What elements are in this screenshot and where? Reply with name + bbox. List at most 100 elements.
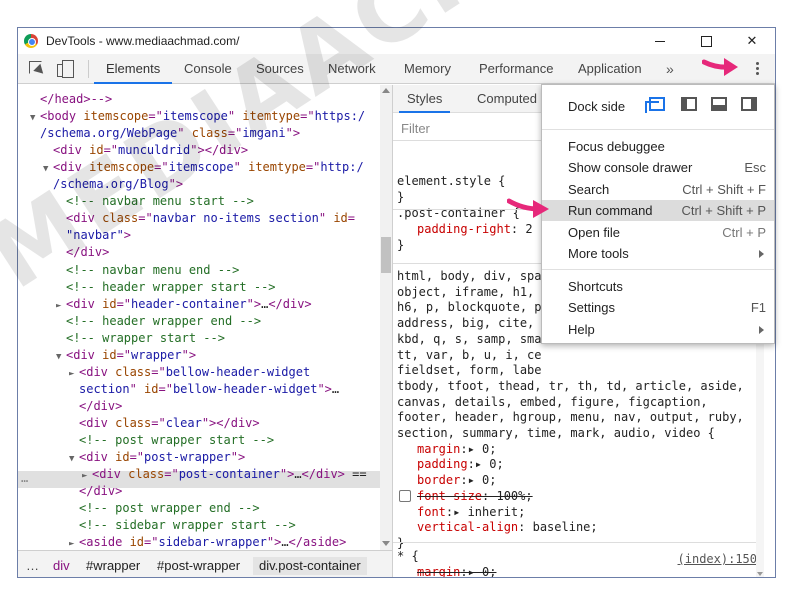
dom-tree-node[interactable]: <!-- wrapper start --> — [56, 330, 225, 347]
menu-item-search[interactable]: Search Ctrl + Shift + F — [542, 179, 774, 200]
menu-item-more-tools[interactable]: More tools — [542, 243, 774, 264]
menu-item-shortcuts[interactable]: Shortcuts — [542, 276, 774, 297]
css-rule-line[interactable]: padding:▸ 0; — [417, 456, 504, 472]
elements-scrollbar[interactable] — [380, 85, 392, 550]
inspect-element-icon[interactable] — [28, 60, 46, 78]
dom-tree-node[interactable]: <!-- sidebar wrapper start --> — [69, 517, 296, 534]
dom-tree-node[interactable]: <!-- navbar menu start --> — [56, 193, 254, 210]
tab-application[interactable]: Application — [578, 54, 642, 84]
css-rule-line[interactable]: kbd, q, s, samp, sma — [397, 331, 542, 347]
css-rule-line[interactable]: fieldset, form, labe — [397, 362, 542, 378]
css-rule-line[interactable]: tt, var, b, u, i, ce — [397, 347, 542, 363]
css-rule-line[interactable]: h6, p, blockquote, p — [397, 299, 542, 315]
dom-tree-node[interactable]: /schema.org/Blog"> — [43, 176, 183, 193]
css-rule-line[interactable]: tbody, tfoot, thead, tr, th, td, article… — [397, 378, 744, 394]
undock-icon[interactable] — [645, 97, 665, 113]
dom-tree-node[interactable]: <div class="clear"></div> — [69, 415, 260, 432]
dom-tree-node[interactable]: ► <div id="header-container">…</div> — [56, 296, 312, 313]
dom-tree-node[interactable]: /schema.org/WebPage" class="imgani"> — [30, 125, 300, 142]
css-rule-line[interactable]: object, iframe, h1, — [397, 284, 534, 300]
dom-tree-node[interactable]: ▼ <div id="wrapper"> — [56, 347, 196, 364]
dom-tree-node[interactable]: <div class="navbar no-items section" id= — [56, 210, 355, 227]
css-rule-line[interactable]: footer, header, hgroup, menu, nav, outpu… — [397, 409, 744, 425]
dom-token: post-container — [178, 467, 280, 482]
css-rule-line[interactable]: padding-right: 2 — [417, 221, 533, 237]
dom-tree-node[interactable]: ▼ <body itemscope="itemscope" itemtype="h… — [30, 108, 365, 125]
breadcrumb-overflow[interactable]: … — [26, 557, 39, 575]
dom-tree-node[interactable]: "navbar"> — [56, 227, 131, 244]
tab-console[interactable]: Console — [184, 54, 232, 84]
dom-tree-node[interactable]: ► <aside id="sidebar-wrapper">…</aside> — [69, 534, 346, 550]
breadcrumb-item-wrapper[interactable]: #wrapper — [86, 557, 140, 575]
dom-tree-node[interactable]: ▼ <div itemscope="itemscope" itemtype="ht… — [43, 159, 364, 176]
scrollbar-thumb[interactable] — [381, 237, 391, 273]
close-icon[interactable]: ✕ — [729, 28, 775, 54]
dom-token: id — [333, 211, 348, 226]
breadcrumb-item-div[interactable]: div — [53, 557, 70, 575]
customize-menu-icon[interactable] — [750, 57, 766, 81]
breadcrumb-item-post-wrapper[interactable]: #post-wrapper — [157, 557, 240, 575]
css-rule-line[interactable]: .post-container { — [397, 205, 520, 221]
dom-tree-node[interactable]: </div> — [56, 244, 109, 261]
css-rule-line[interactable]: font-size: 100%; — [417, 488, 533, 504]
css-rule-line[interactable]: section, summary, time, mark, audio, vid… — [397, 425, 715, 441]
dom-tree-node[interactable]: <!-- header wrapper end --> — [56, 313, 261, 330]
dom-token: "> — [317, 381, 332, 396]
css-rule-line[interactable]: font:▸ inherit; — [417, 504, 525, 520]
menu-item-settings[interactable]: Settings F1 — [542, 297, 774, 318]
css-rule-line[interactable]: vertical-align: baseline; — [417, 519, 598, 535]
dom-tree-node[interactable]: </div> — [69, 398, 122, 415]
dom-tree-node[interactable]: <!-- post wrapper start --> — [69, 432, 274, 449]
device-toolbar-icon[interactable] — [56, 60, 74, 78]
more-tabs-button[interactable]: » — [666, 54, 674, 84]
maximize-icon[interactable] — [683, 28, 729, 54]
css-rule-line[interactable]: address, big, cite, — [397, 315, 534, 331]
menu-item-run-command[interactable]: Run command Ctrl + Shift + P — [542, 200, 774, 221]
css-rule-line[interactable]: margin:▸ 0; — [417, 564, 496, 577]
minimize-icon[interactable] — [637, 28, 683, 54]
css-rule-line[interactable]: * { — [397, 548, 419, 564]
tab-computed[interactable]: Computed — [477, 85, 537, 113]
css-rule-line[interactable]: element.style { — [397, 173, 505, 189]
dom-tree-node[interactable]: <!-- post wrapper end --> — [69, 500, 260, 517]
disclosure-triangle-icon[interactable]: ▼ — [56, 349, 66, 366]
dom-tree-node[interactable]: ► <div class="post-container">…</div> == — [82, 466, 367, 483]
menu-item-help[interactable]: Help — [542, 319, 774, 340]
dom-token: <!-- post wrapper start --> — [79, 433, 275, 447]
dock-left-icon[interactable] — [681, 97, 697, 111]
tab-elements[interactable]: Elements — [93, 54, 173, 84]
css-rule-line[interactable]: } — [397, 189, 404, 205]
css-rule-line[interactable]: html, body, div, spa — [397, 268, 542, 284]
css-rule-line[interactable]: canvas, details, embed, figure, figcapti… — [397, 394, 708, 410]
tab-performance[interactable]: Performance — [479, 54, 553, 84]
menu-item-show-console-drawer[interactable]: Show console drawer Esc — [542, 157, 774, 178]
dock-right-icon[interactable] — [741, 97, 757, 111]
css-rule-line[interactable]: margin:▸ 0; — [417, 441, 496, 457]
tab-styles[interactable]: Styles — [398, 85, 451, 113]
property-toggle-checkbox[interactable] — [399, 489, 411, 502]
dom-tree-node[interactable]: ► <div class="bellow-header-widget — [69, 364, 310, 381]
source-link[interactable]: (index):150 — [678, 552, 757, 566]
css-rule-line[interactable]: } — [397, 237, 404, 253]
dom-tree-node[interactable]: section" id="bellow-header-widget">… — [69, 381, 339, 398]
tab-sources[interactable]: Sources — [256, 54, 304, 84]
breadcrumb-item-post-container[interactable]: div.post-container — [253, 557, 367, 575]
dom-tree-node[interactable]: <div id="munculdrid"></div> — [43, 142, 248, 159]
dom-tree-node[interactable]: </div> — [69, 483, 122, 500]
styles-filter-input[interactable]: Filter — [401, 121, 430, 136]
selected-node-menu[interactable]: … — [21, 471, 28, 485]
css-property-name: border — [417, 473, 461, 488]
css-rule-line[interactable]: border:▸ 0; — [417, 472, 496, 488]
dom-tree-node[interactable]: </head>--> — [30, 91, 112, 108]
dom-tree-node[interactable]: <!-- header wrapper start --> — [56, 279, 276, 296]
menu-item-open-file[interactable]: Open file Ctrl + P — [542, 222, 774, 243]
tab-network[interactable]: Network — [328, 54, 376, 84]
dock-bottom-icon[interactable] — [711, 97, 727, 111]
elements-tree[interactable]: … </head>--> ▼ <body itemscope="itemscope"… — [18, 85, 392, 550]
menu-item-focus-debuggee[interactable]: Focus debuggee — [542, 136, 774, 157]
dom-tree-node[interactable]: <!-- navbar menu end --> — [56, 262, 239, 279]
tab-memory[interactable]: Memory — [404, 54, 451, 84]
disclosure-triangle-icon[interactable]: ▼ — [69, 451, 79, 468]
disclosure-triangle-icon[interactable]: ► — [69, 536, 79, 550]
dom-tree-node[interactable]: ▼ <div id="post-wrapper"> — [69, 449, 245, 466]
